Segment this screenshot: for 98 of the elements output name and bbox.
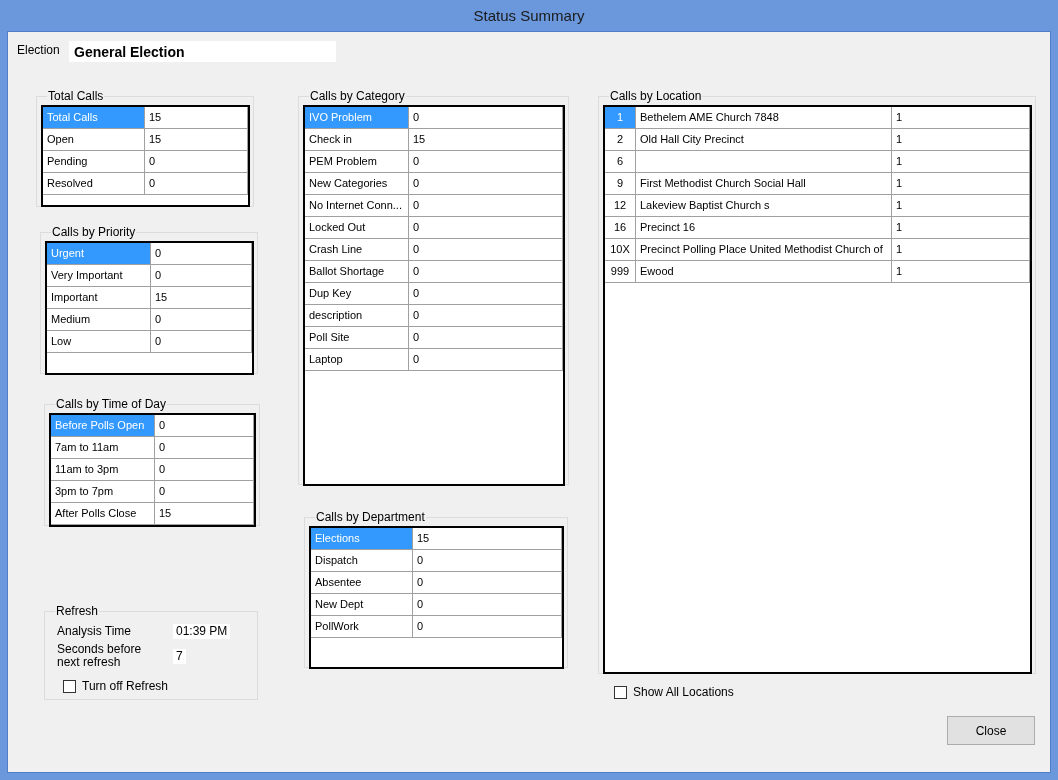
table-cell[interactable]: Important — [47, 287, 151, 309]
table-cell[interactable]: Crash Line — [305, 239, 409, 261]
group-title: Calls by Department — [315, 510, 426, 524]
table-cell: 1 — [892, 151, 1030, 173]
election-field[interactable]: General Election — [69, 41, 336, 62]
table-cell: 0 — [409, 151, 563, 173]
table-cell: Bethelem AME Church 7848 — [636, 107, 892, 129]
table-cell: 1 — [892, 239, 1030, 261]
table-cell: 0 — [155, 415, 254, 437]
table-cell: 0 — [151, 243, 252, 265]
table-cell: 0 — [413, 550, 562, 572]
checkbox[interactable] — [63, 679, 76, 693]
table-cell: 0 — [409, 283, 563, 305]
analysis-time-label: Analysis Time — [57, 625, 133, 638]
table-cell: 0 — [413, 594, 562, 616]
checkbox-label[interactable]: Show All Locations — [633, 685, 734, 699]
table-cell: 1 — [892, 261, 1030, 283]
window-title: Status Summary — [473, 7, 585, 24]
table-cell[interactable]: PollWork — [311, 616, 413, 638]
group-title: Calls by Priority — [51, 225, 137, 239]
table-cell: 0 — [155, 481, 254, 503]
table-cell: 1 — [892, 217, 1030, 239]
seconds-value: 7 — [173, 648, 186, 664]
table-cell[interactable]: Check in — [305, 129, 409, 151]
table-cell: 0 — [409, 327, 563, 349]
table-cell: 15 — [151, 287, 252, 309]
table-cell: 0 — [145, 151, 248, 173]
analysis-time-value: 01:39 PM — [173, 624, 231, 639]
table-cell[interactable]: Low — [47, 331, 151, 353]
table-cell[interactable]: 7am to 11am — [51, 437, 155, 459]
table-cell[interactable]: Resolved — [43, 173, 145, 195]
table-cell: 15 — [413, 528, 562, 550]
group-title: Calls by Category — [309, 89, 406, 103]
table-cell[interactable]: Locked Out — [305, 217, 409, 239]
table-cell[interactable]: No Internet Conn... — [305, 195, 409, 217]
table-cell[interactable]: 11am to 3pm — [51, 459, 155, 481]
close-button[interactable]: Close — [947, 716, 1035, 745]
group-title: Total Calls — [47, 89, 105, 103]
table-cell: 0 — [409, 261, 563, 283]
group-title: Refresh — [55, 604, 100, 618]
table-cell[interactable]: Ballot Shortage — [305, 261, 409, 283]
checkbox-label[interactable]: Turn off Refresh — [82, 679, 169, 693]
table-cell[interactable]: Absentee — [311, 572, 413, 594]
table-cell[interactable]: Medium — [47, 309, 151, 331]
table-cell: Precinct Polling Place United Methodist Church of — [636, 239, 892, 261]
table-cell[interactable]: Open — [43, 129, 145, 151]
table-cell: 0 — [409, 195, 563, 217]
table-cell[interactable]: 16 — [605, 217, 636, 239]
table-cell[interactable]: New Categories — [305, 173, 409, 195]
table-cell: 15 — [145, 129, 248, 151]
table-cell[interactable]: 6 — [605, 151, 636, 173]
table-cell: 0 — [409, 239, 563, 261]
table-cell[interactable]: PEM Problem — [305, 151, 409, 173]
table-cell: Lakeview Baptist Church s — [636, 195, 892, 217]
table-cell: Precinct 16 — [636, 217, 892, 239]
table-cell: 1 — [892, 173, 1030, 195]
table-cell[interactable]: New Dept — [311, 594, 413, 616]
table-cell[interactable]: Laptop — [305, 349, 409, 371]
election-label: Election — [17, 43, 61, 57]
table-cell[interactable]: Poll Site — [305, 327, 409, 349]
checkbox[interactable] — [614, 685, 627, 699]
table-cell: 1 — [892, 195, 1030, 217]
table-cell: 0 — [145, 173, 248, 195]
table-cell: 15 — [155, 503, 254, 525]
table-cell: 0 — [409, 349, 563, 371]
table-cell: 0 — [155, 459, 254, 481]
table-cell[interactable]: 12 — [605, 195, 636, 217]
table-cell: 0 — [409, 173, 563, 195]
table-cell: 0 — [151, 309, 252, 331]
table-cell[interactable]: 10X — [605, 239, 636, 261]
table-cell[interactable]: Pending — [43, 151, 145, 173]
table-cell[interactable]: Dup Key — [305, 283, 409, 305]
table-cell: 0 — [155, 437, 254, 459]
table-cell[interactable]: 3pm to 7pm — [51, 481, 155, 503]
group-title: Calls by Time of Day — [55, 397, 168, 411]
seconds-label: Seconds before next refresh — [57, 643, 143, 669]
table-cell: 0 — [413, 572, 562, 594]
table-cell[interactable]: 999 — [605, 261, 636, 283]
table-cell: 0 — [151, 331, 252, 353]
group-title: Calls by Location — [609, 89, 703, 103]
table-cell[interactable]: Very Important — [47, 265, 151, 287]
table-cell: First Methodist Church Social Hall — [636, 173, 892, 195]
table-cell: 15 — [409, 129, 563, 151]
table-cell: 0 — [151, 265, 252, 287]
table-cell[interactable]: After Polls Close — [51, 503, 155, 525]
table-cell: 0 — [409, 305, 563, 327]
table-cell[interactable]: 2 — [605, 129, 636, 151]
table-cell[interactable]: description — [305, 305, 409, 327]
table-cell: 1 — [892, 129, 1030, 151]
table-cell: 15 — [145, 107, 248, 129]
table-cell: 0 — [413, 616, 562, 638]
table-cell: 0 — [409, 107, 563, 129]
table-cell: 1 — [892, 107, 1030, 129]
table-cell[interactable]: Dispatch — [311, 550, 413, 572]
table-cell: 0 — [409, 217, 563, 239]
table-cell: Old Hall City Precinct — [636, 129, 892, 151]
table-cell: Ewood — [636, 261, 892, 283]
table-cell[interactable]: 9 — [605, 173, 636, 195]
